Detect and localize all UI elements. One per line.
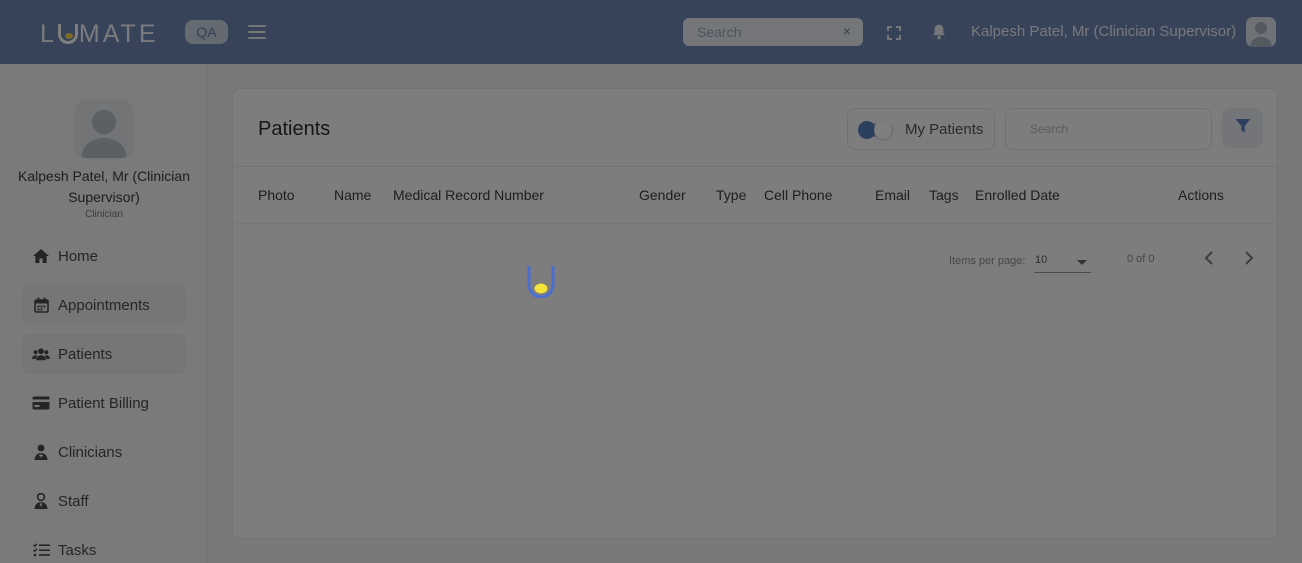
- loading-overlay: [0, 0, 1302, 563]
- loading-spinner-icon: [526, 265, 556, 299]
